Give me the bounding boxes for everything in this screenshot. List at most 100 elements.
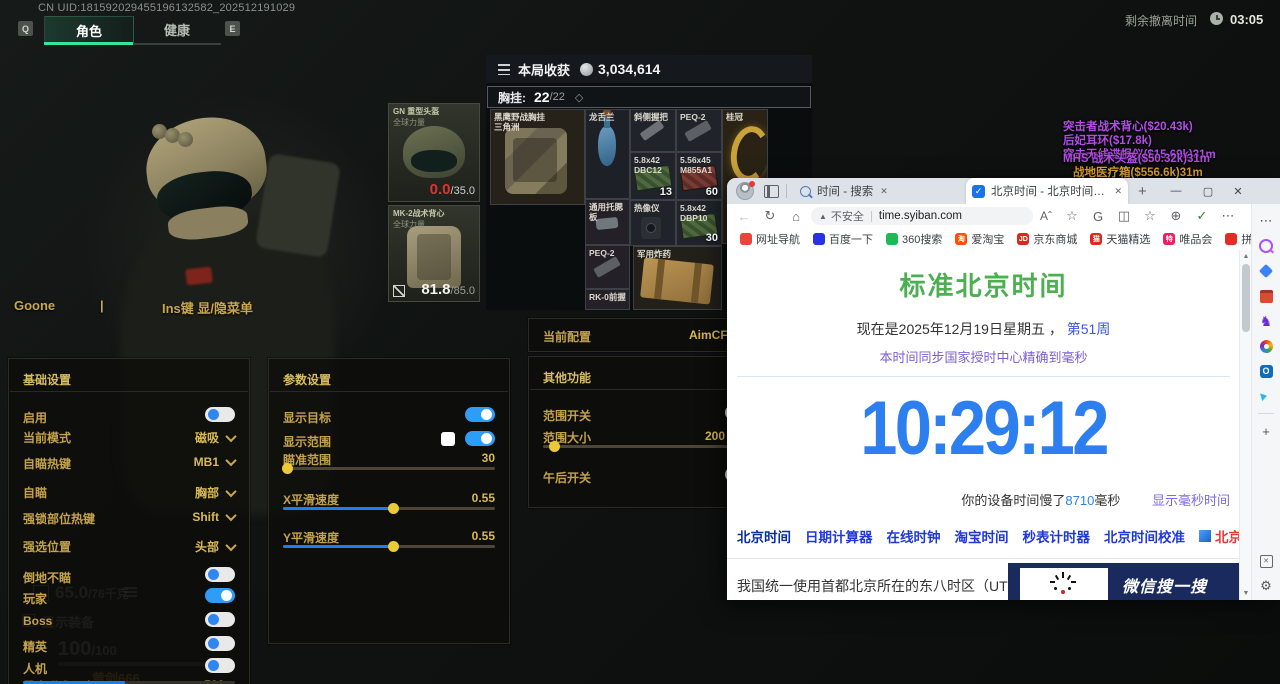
character-patch — [185, 267, 213, 286]
panel-parameter-settings: 参数设置 显示目标显示范围瞄准范围30X平滑速度0.55Y平滑速度0.55 — [268, 358, 510, 644]
site-link-在线时钟[interactable]: 在线时钟 — [887, 526, 941, 546]
loot-item-peq[interactable]: PEQ-2 — [585, 245, 630, 289]
slider-knob[interactable] — [549, 441, 560, 452]
loot-item-peq[interactable]: PEQ-2 — [676, 109, 722, 152]
site-link-北京时间[interactable]: 北京时间 — [737, 526, 791, 546]
outlook-icon[interactable]: O — [1258, 363, 1274, 379]
bookmark-网址导航[interactable]: 网址导航 — [740, 231, 800, 247]
split-screen-icon[interactable]: ◫ — [1111, 208, 1137, 224]
home-button[interactable]: ⌂ — [783, 209, 809, 224]
grip-icon — [640, 120, 665, 141]
address-bar[interactable]: ▲ 不安全 time.syiban.com — [811, 207, 1033, 225]
slider-X平滑速度[interactable] — [283, 507, 495, 510]
microsoft-365-icon[interactable] — [1258, 338, 1274, 354]
select-强选位置[interactable]: 头部 — [195, 538, 235, 555]
loot-item-none[interactable]: RK-0前握 — [585, 289, 630, 310]
bookmark-爱淘宝[interactable]: 淘爱淘宝 — [955, 231, 1004, 247]
search-icon[interactable] — [1258, 238, 1274, 254]
site-link-淘宝时间[interactable]: 淘宝时间 — [955, 526, 1009, 546]
drop-icon[interactable] — [1258, 388, 1274, 404]
back-button[interactable]: ← — [731, 209, 757, 224]
close-button[interactable]: ✕ — [1224, 178, 1252, 204]
toggle-on[interactable] — [465, 431, 495, 446]
slider-瞄准范围[interactable] — [283, 467, 495, 470]
setting-label: 当前模式 — [23, 429, 71, 446]
screenshot-icon[interactable]: ✕ — [1258, 553, 1274, 569]
refresh-button[interactable]: ↻ — [757, 208, 783, 224]
bookmark-京东商城[interactable]: JD京东商城 — [1017, 231, 1077, 247]
select-强锁部位热键[interactable]: Shift — [192, 510, 235, 524]
slider-knob[interactable] — [282, 463, 293, 474]
add-icon[interactable]: + — [1258, 423, 1274, 439]
loot-item-ammo-red[interactable]: 5.56x45M855A160 — [676, 152, 722, 200]
slider-Y平滑速度[interactable] — [283, 545, 495, 548]
browser-tab-beijing-time[interactable]: ✓ 北京时间 - 北京时间校准精确到 ✕ — [966, 178, 1128, 204]
read-aloud-icon[interactable]: Aˆ — [1033, 209, 1059, 223]
favorites-hub-icon[interactable]: ☆ — [1137, 208, 1163, 224]
browser-essentials-icon[interactable]: G — [1085, 209, 1111, 224]
list-icon[interactable] — [498, 64, 510, 75]
maximize-button[interactable]: ▢ — [1194, 178, 1222, 204]
games-icon[interactable]: ♞ — [1258, 313, 1274, 329]
loot-item-part[interactable]: 通用托腮板 — [585, 199, 630, 245]
loot-item-crate[interactable]: 军用炸药 — [633, 246, 722, 310]
loot-item-thermal[interactable]: 热像仪 — [630, 200, 676, 246]
tab-health[interactable]: 健康 — [133, 16, 221, 42]
loot-item-ammo-green[interactable]: 5.8x42DBC1213 — [630, 152, 676, 200]
password-check-icon[interactable]: ✓ — [1189, 208, 1215, 224]
toggle-off[interactable] — [205, 567, 235, 582]
settings-icon[interactable]: ⚙ — [1258, 578, 1274, 594]
panel-others-title: 其他功能 — [543, 369, 591, 386]
loot-item-bottle[interactable]: 龙舌兰 — [585, 109, 630, 199]
site-link-helper[interactable]: 北京时间同步助手 — [1215, 526, 1240, 546]
toggle-off[interactable] — [205, 407, 235, 422]
bookmark-天猫精选[interactable]: 猫天猫精选 — [1090, 231, 1150, 247]
equip-slot-vest[interactable]: MK-2战术背心 全球力量 81.8/85.0 — [388, 205, 480, 302]
profile-avatar[interactable] — [736, 182, 754, 200]
toggle-on[interactable] — [465, 407, 495, 422]
select-自瞄热键[interactable]: MB1 — [194, 455, 235, 469]
browser-tab-search[interactable]: 时间 - 搜索 ✕ — [794, 178, 966, 204]
slider-knob[interactable] — [388, 541, 399, 552]
week-link[interactable]: 第51周 — [1067, 321, 1111, 337]
more-options-icon[interactable]: ⋯ — [1258, 213, 1274, 229]
sync-line: 本时间同步国家授时中心精确到毫秒 — [727, 347, 1240, 366]
site-link-北京时间校准[interactable]: 北京时间校准 — [1104, 526, 1185, 546]
toggle-on[interactable] — [205, 588, 235, 603]
toggle-off[interactable] — [205, 636, 235, 651]
site-link-日期计算器[interactable]: 日期计算器 — [805, 526, 873, 546]
collections-icon[interactable]: ⊕ — [1163, 208, 1189, 224]
toolbox-icon[interactable] — [1258, 288, 1274, 304]
shopping-icon[interactable] — [1258, 263, 1274, 279]
favorite-star-icon[interactable]: ☆ — [1059, 208, 1085, 224]
minimize-button[interactable]: — — [1162, 178, 1190, 204]
equip-slot-helmet[interactable]: GN 重型头盔 全球力量 0.0/35.0 — [388, 103, 480, 202]
site-link-秒表计时器[interactable]: 秒表计时器 — [1023, 526, 1091, 546]
chevron-down-icon — [225, 510, 236, 521]
item-count: 13 — [660, 186, 672, 198]
tab-close-icon[interactable]: ✕ — [880, 186, 888, 197]
toggle-off[interactable] — [205, 658, 235, 673]
show-ms-link[interactable]: 显示毫秒时间 — [1152, 493, 1230, 508]
new-tab-button[interactable]: + — [1138, 183, 1147, 200]
bookmark-百度一下[interactable]: 百度一下 — [813, 231, 873, 247]
loot-item-grip[interactable]: 斜侧握把 — [630, 109, 676, 152]
bookmark-360搜索[interactable]: 360搜索 — [886, 231, 942, 247]
scroll-thumb[interactable] — [1242, 264, 1250, 332]
toggle-off[interactable] — [205, 612, 235, 627]
slider-范围大小[interactable] — [543, 445, 755, 448]
select-自瞄[interactable]: 胸部 — [195, 484, 235, 501]
chest-rig-bar[interactable]: 胸挂: 22 /22 ◇ — [487, 86, 811, 108]
loot-item-ammo-green[interactable]: 5.8x42DBP1030 — [676, 200, 722, 246]
select-当前模式[interactable]: 磁吸 — [195, 429, 235, 446]
loot-title: 本局收获 — [518, 60, 570, 79]
slider-knob[interactable] — [388, 503, 399, 514]
color-swatch[interactable] — [441, 432, 455, 446]
workspaces-icon[interactable] — [764, 185, 779, 198]
tab-character[interactable]: 角色 — [44, 16, 134, 44]
bookmark-唯品会[interactable]: 特唯品会 — [1163, 231, 1212, 247]
wechat-banner[interactable]: 微信搜一搜 — [1008, 563, 1240, 600]
loot-item-chest-rig[interactable]: 黑鹰野战胸挂三角洲 — [490, 109, 585, 205]
tab-close-icon[interactable]: ✕ — [1114, 186, 1122, 197]
more-menu-icon[interactable]: ⋯ — [1215, 208, 1241, 224]
